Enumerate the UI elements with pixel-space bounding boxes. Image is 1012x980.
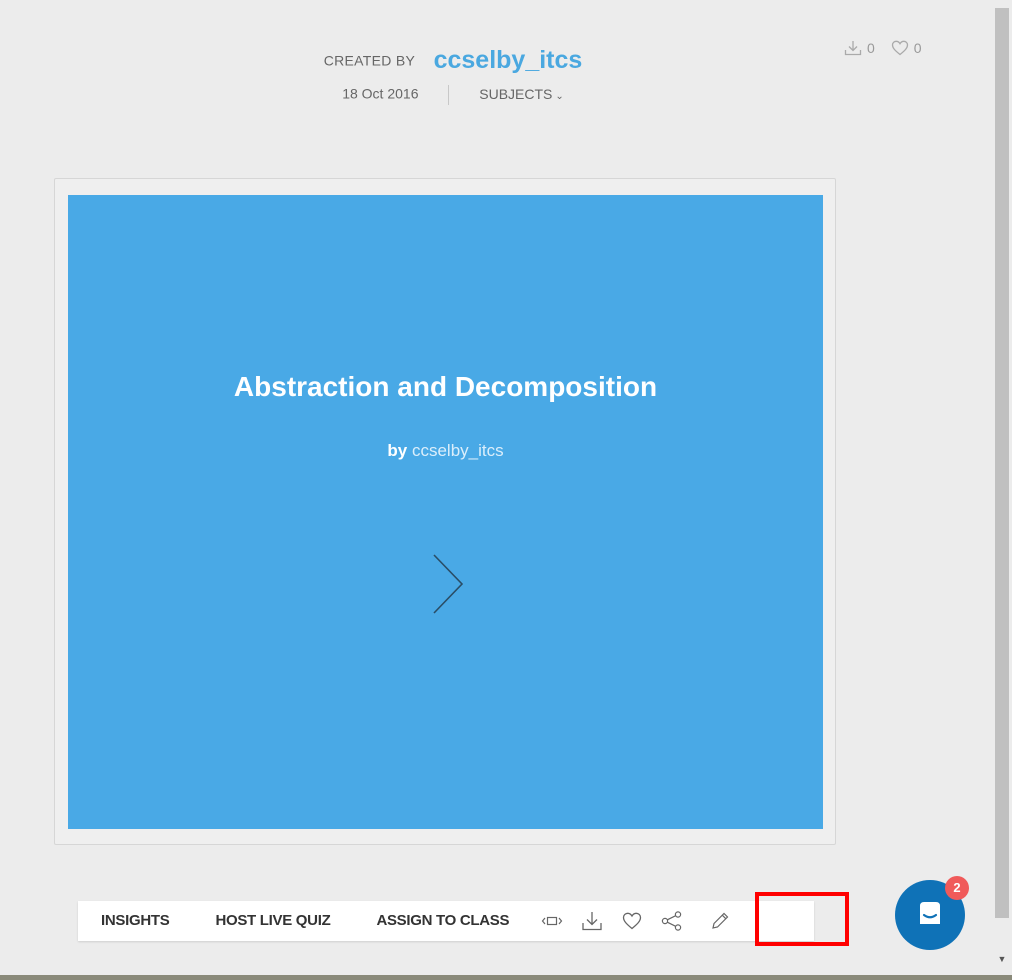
- quiz-page: CREATED BY ccselby_itcs 18 Oct 2016 SUBJ…: [0, 0, 1012, 975]
- edit-button[interactable]: [692, 901, 748, 941]
- like-count-value: 0: [913, 40, 922, 56]
- slide-by-label: by: [387, 441, 408, 460]
- download-count-value: 0: [867, 40, 875, 56]
- created-by-label: CREATED BY: [323, 52, 416, 69]
- scroll-down-arrow-icon[interactable]: ▼: [995, 952, 1009, 966]
- quiz-toolbar: INSIGHTS HOST LIVE QUIZ ASSIGN TO CLASS: [78, 901, 814, 941]
- creator-line: CREATED BY ccselby_itcs: [0, 46, 906, 75]
- assign-to-class-button[interactable]: ASSIGN TO CLASS: [353, 901, 532, 941]
- download-icon: [582, 912, 602, 931]
- author-link[interactable]: ccselby_itcs: [434, 46, 583, 74]
- heart-icon: [891, 40, 908, 56]
- subjects-label: SUBJECTS: [479, 85, 553, 102]
- insights-button[interactable]: INSIGHTS: [78, 901, 192, 941]
- download-icon: [844, 41, 862, 56]
- like-count: 0: [891, 40, 922, 56]
- slide-author: ccselby_itcs: [411, 441, 504, 460]
- host-live-quiz-button[interactable]: HOST LIVE QUIZ: [192, 901, 353, 941]
- scrollbar-thumb[interactable]: [995, 8, 1009, 918]
- meta-line: 18 Oct 2016 SUBJECTS ⌄: [0, 85, 906, 105]
- window-bottom-edge: [0, 975, 1012, 980]
- embed-button[interactable]: [532, 901, 572, 941]
- chevron-down-icon: ⌄: [555, 90, 564, 102]
- download-button[interactable]: [572, 901, 612, 941]
- quiz-stats: 0 0: [844, 40, 933, 59]
- edit-pencil-icon: [712, 912, 729, 929]
- share-icon: [661, 911, 682, 931]
- meta-divider: [448, 85, 450, 105]
- like-button[interactable]: [612, 901, 652, 941]
- slide-preview[interactable]: Abstraction and Decomposition by ccselby…: [68, 195, 823, 829]
- share-button[interactable]: [652, 901, 692, 941]
- slide-byline: by ccselby_itcs: [68, 441, 823, 461]
- embed-icon: [541, 916, 563, 926]
- subjects-dropdown[interactable]: SUBJECTS ⌄: [479, 86, 564, 102]
- created-date: 18 Oct 2016: [342, 85, 419, 102]
- heart-icon: [623, 912, 642, 930]
- download-count: 0: [844, 40, 875, 56]
- chevron-right-icon[interactable]: [426, 551, 466, 617]
- slide-title: Abstraction and Decomposition: [233, 371, 658, 402]
- chat-notification-badge: 2: [945, 876, 969, 900]
